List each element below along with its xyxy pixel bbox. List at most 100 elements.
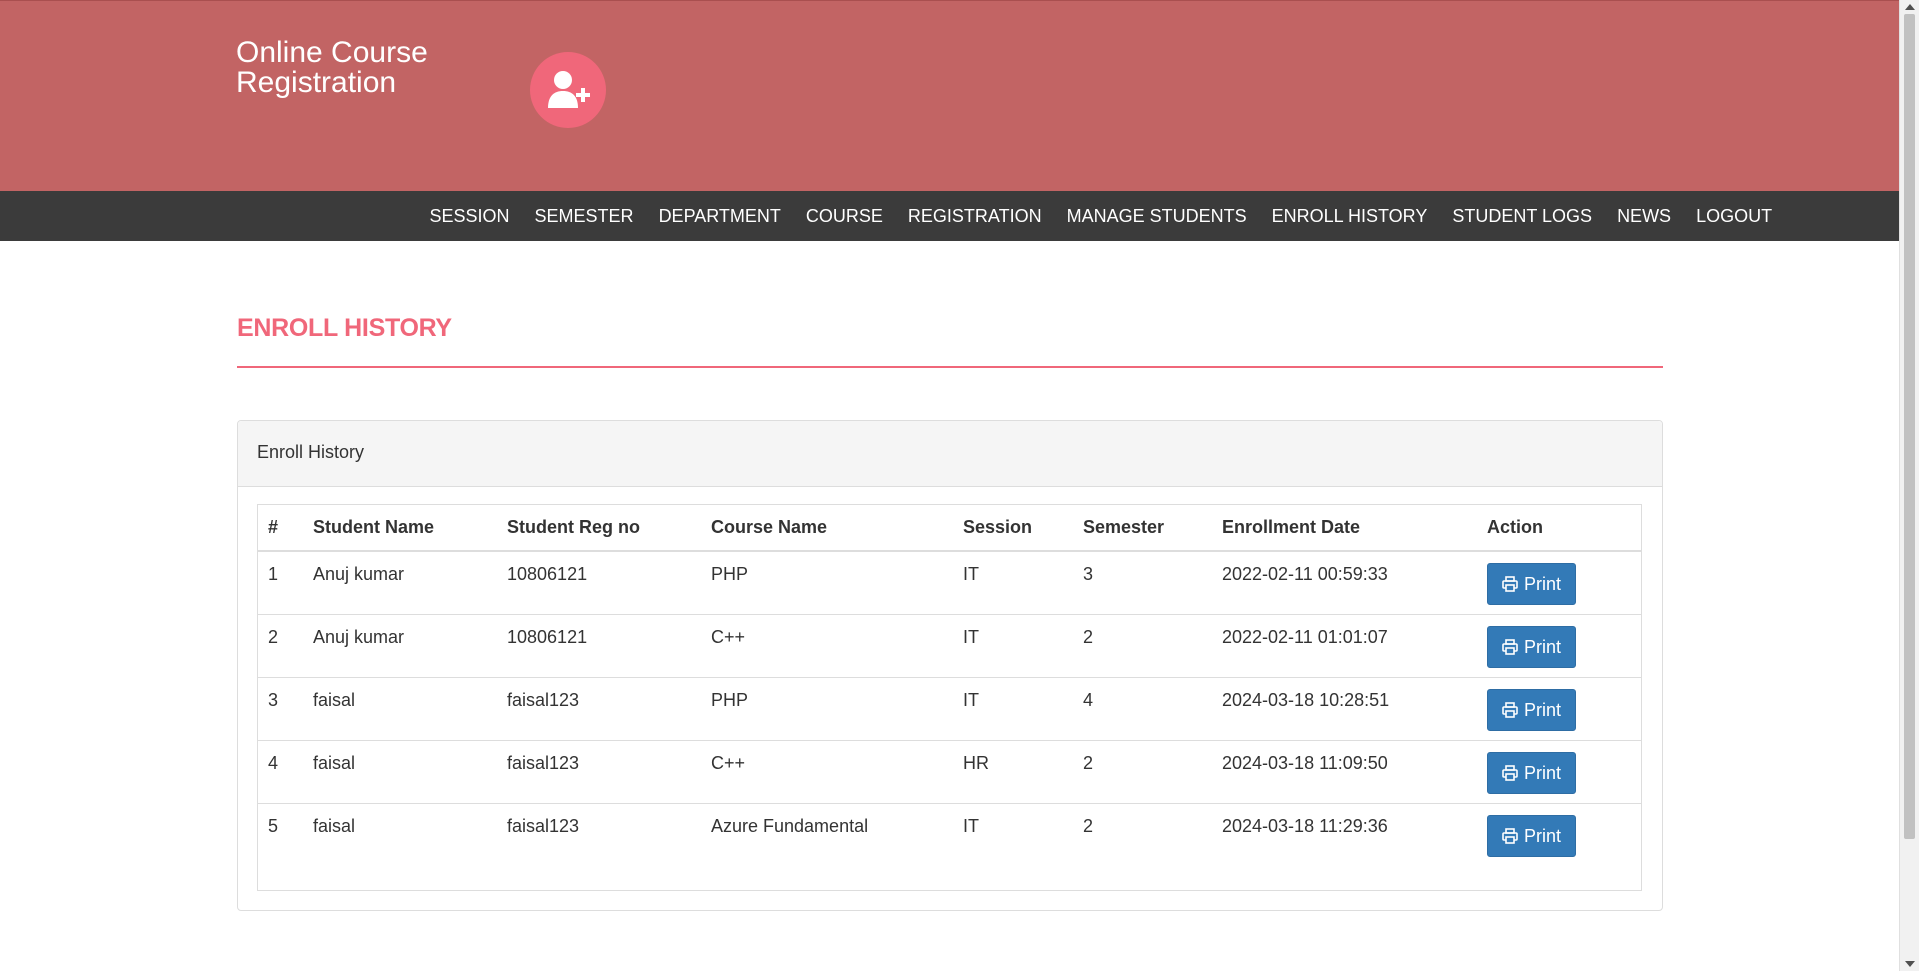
cell-enrollment-date: 2024-03-18 10:28:51 xyxy=(1212,677,1477,741)
cell-student-name-text: faisal xyxy=(313,690,356,710)
table-row: 5 faisal faisal123 Azure Fundamental IT 2 2024… xyxy=(258,803,1641,866)
cell-number: 2 xyxy=(258,614,303,678)
cell-action: Print xyxy=(1477,803,1641,866)
cell-student-name-text: faisal xyxy=(313,753,356,773)
cell-session: IT xyxy=(953,677,1073,741)
cell-reg-no-text: 10806121 xyxy=(507,627,588,647)
cell-reg-no-text: 10806121 xyxy=(507,564,588,584)
nav-item-registration[interactable]: REGISTRATION xyxy=(895,191,1054,241)
print-button-label: Print xyxy=(1524,825,1562,846)
nav-item-semester[interactable]: SEMESTER xyxy=(522,191,646,241)
cell-enrollment-date-text: 2024-03-18 11:09:50 xyxy=(1222,753,1388,773)
print-button[interactable]: Print xyxy=(1487,626,1577,668)
nav-item-course[interactable]: COURSE xyxy=(793,191,895,241)
cell-semester-text: 2 xyxy=(1083,627,1094,647)
vertical-scrollbar[interactable] xyxy=(1899,0,1919,971)
cell-semester: 3 xyxy=(1073,551,1212,615)
cell-student-name: faisal xyxy=(303,677,497,741)
cell-student-name-text: faisal xyxy=(313,816,356,836)
print-button-label: Print xyxy=(1524,762,1562,783)
cell-reg-no-text: faisal123 xyxy=(507,816,580,836)
print-button-label: Print xyxy=(1524,573,1562,594)
cell-session: IT xyxy=(953,551,1073,615)
nav-item-session[interactable]: SESSION xyxy=(417,191,522,241)
print-icon xyxy=(1502,765,1518,781)
page-title: ENROLL HISTORY xyxy=(237,314,452,342)
cell-number-text: 1 xyxy=(268,564,279,584)
logo xyxy=(530,52,606,128)
cell-reg-no-text: faisal123 xyxy=(507,753,580,773)
print-icon xyxy=(1502,702,1518,718)
column-header-number: # xyxy=(258,505,303,552)
table-row: 4 faisal faisal123 C++ HR 2 2024-03-18 11:09:5… xyxy=(258,740,1641,804)
main-navbar: SESSION SEMESTER DEPARTMENT COURSE REGISTRAT… xyxy=(0,191,1899,241)
nav-item-news[interactable]: NEWS xyxy=(1605,191,1684,241)
nav-item-manage-students[interactable]: MANAGE STUDENTS xyxy=(1054,191,1259,241)
cell-course-name: Azure Fundamental xyxy=(701,803,953,866)
cell-number: 4 xyxy=(258,740,303,804)
scroll-up-icon[interactable] xyxy=(1905,4,1915,10)
cell-enrollment-date-text: 2024-03-18 10:28:51 xyxy=(1222,690,1390,710)
cell-semester-text: 3 xyxy=(1083,564,1094,584)
cell-student-name: faisal xyxy=(303,803,497,866)
cell-semester: 2 xyxy=(1073,803,1212,866)
column-header-session: Session xyxy=(953,505,1073,552)
cell-course-name: PHP xyxy=(701,677,953,741)
cell-enrollment-date: 2024-03-18 11:09:50 xyxy=(1212,740,1477,804)
print-button-label: Print xyxy=(1524,636,1562,657)
nav-item-enroll-history[interactable]: ENROLL HISTORY xyxy=(1259,191,1440,241)
cell-number-text: 5 xyxy=(268,816,279,836)
cell-semester-text: 2 xyxy=(1083,753,1094,773)
scroll-down-icon[interactable] xyxy=(1905,961,1915,967)
header: Online Course Registration xyxy=(0,0,1899,191)
print-button[interactable]: Print xyxy=(1487,689,1577,731)
cell-session-text: IT xyxy=(963,690,979,710)
print-button[interactable]: Print xyxy=(1487,563,1577,605)
cell-number-text: 3 xyxy=(268,690,279,710)
column-header-semester: Semester xyxy=(1073,505,1212,552)
cell-reg-no: faisal123 xyxy=(497,740,701,804)
cell-enrollment-date: 2024-03-18 11:29:36 xyxy=(1212,803,1477,866)
table-row: 2 Anuj kumar 10806121 C++ IT 2 2022-02-11 01:0… xyxy=(258,614,1641,678)
cell-session: IT xyxy=(953,614,1073,678)
cell-number: 5 xyxy=(258,803,303,866)
cell-session-text: HR xyxy=(963,753,989,773)
title-divider xyxy=(237,366,1663,368)
site-brand[interactable]: Online Course Registration xyxy=(236,38,466,98)
print-button[interactable]: Print xyxy=(1487,752,1577,794)
panel-heading: Enroll History xyxy=(238,421,1662,487)
brand-line-1: Online Course xyxy=(236,36,428,69)
cell-enrollment-date-text: 2024-03-18 11:29:36 xyxy=(1222,816,1388,836)
cell-course-name-text: PHP xyxy=(711,690,749,710)
cell-semester-text: 2 xyxy=(1083,816,1094,836)
enroll-history-table: # Student Name Student Reg no Course Nam… xyxy=(258,505,1641,866)
cell-course-name-text: Azure Fundamental xyxy=(711,816,869,836)
cell-number-text: 4 xyxy=(268,753,279,773)
print-icon xyxy=(1502,576,1518,592)
nav-item-student-logs[interactable]: STUDENT LOGS xyxy=(1440,191,1605,241)
nav-item-department[interactable]: DEPARTMENT xyxy=(646,191,793,241)
cell-number: 1 xyxy=(258,551,303,615)
cell-enrollment-date-text: 2022-02-11 01:01:07 xyxy=(1222,627,1388,647)
nav-item-logout[interactable]: LOGOUT xyxy=(1684,191,1785,241)
cell-action: Print xyxy=(1477,740,1641,804)
cell-reg-no: 10806121 xyxy=(497,614,701,678)
cell-student-name: faisal xyxy=(303,740,497,804)
cell-course-name: PHP xyxy=(701,551,953,615)
cell-enrollment-date: 2022-02-11 00:59:33 xyxy=(1212,551,1477,615)
cell-student-name: Anuj kumar xyxy=(303,614,497,678)
cell-enrollment-date: 2022-02-11 01:01:07 xyxy=(1212,614,1477,678)
cell-session-text: IT xyxy=(963,564,979,584)
scrollbar-thumb[interactable] xyxy=(1904,14,1915,839)
cell-number: 3 xyxy=(258,677,303,741)
cell-session: IT xyxy=(953,803,1073,866)
cell-reg-no: faisal123 xyxy=(497,803,701,866)
user-plus-icon xyxy=(548,71,590,108)
cell-action: Print xyxy=(1477,614,1641,678)
column-header-course-name: Course Name xyxy=(701,505,953,552)
cell-course-name: C++ xyxy=(701,614,953,678)
page: Online Course Registration SESSION SEMEST… xyxy=(0,0,1899,971)
cell-reg-no: 10806121 xyxy=(497,551,701,615)
print-button[interactable]: Print xyxy=(1487,815,1577,857)
cell-course-name: C++ xyxy=(701,740,953,804)
